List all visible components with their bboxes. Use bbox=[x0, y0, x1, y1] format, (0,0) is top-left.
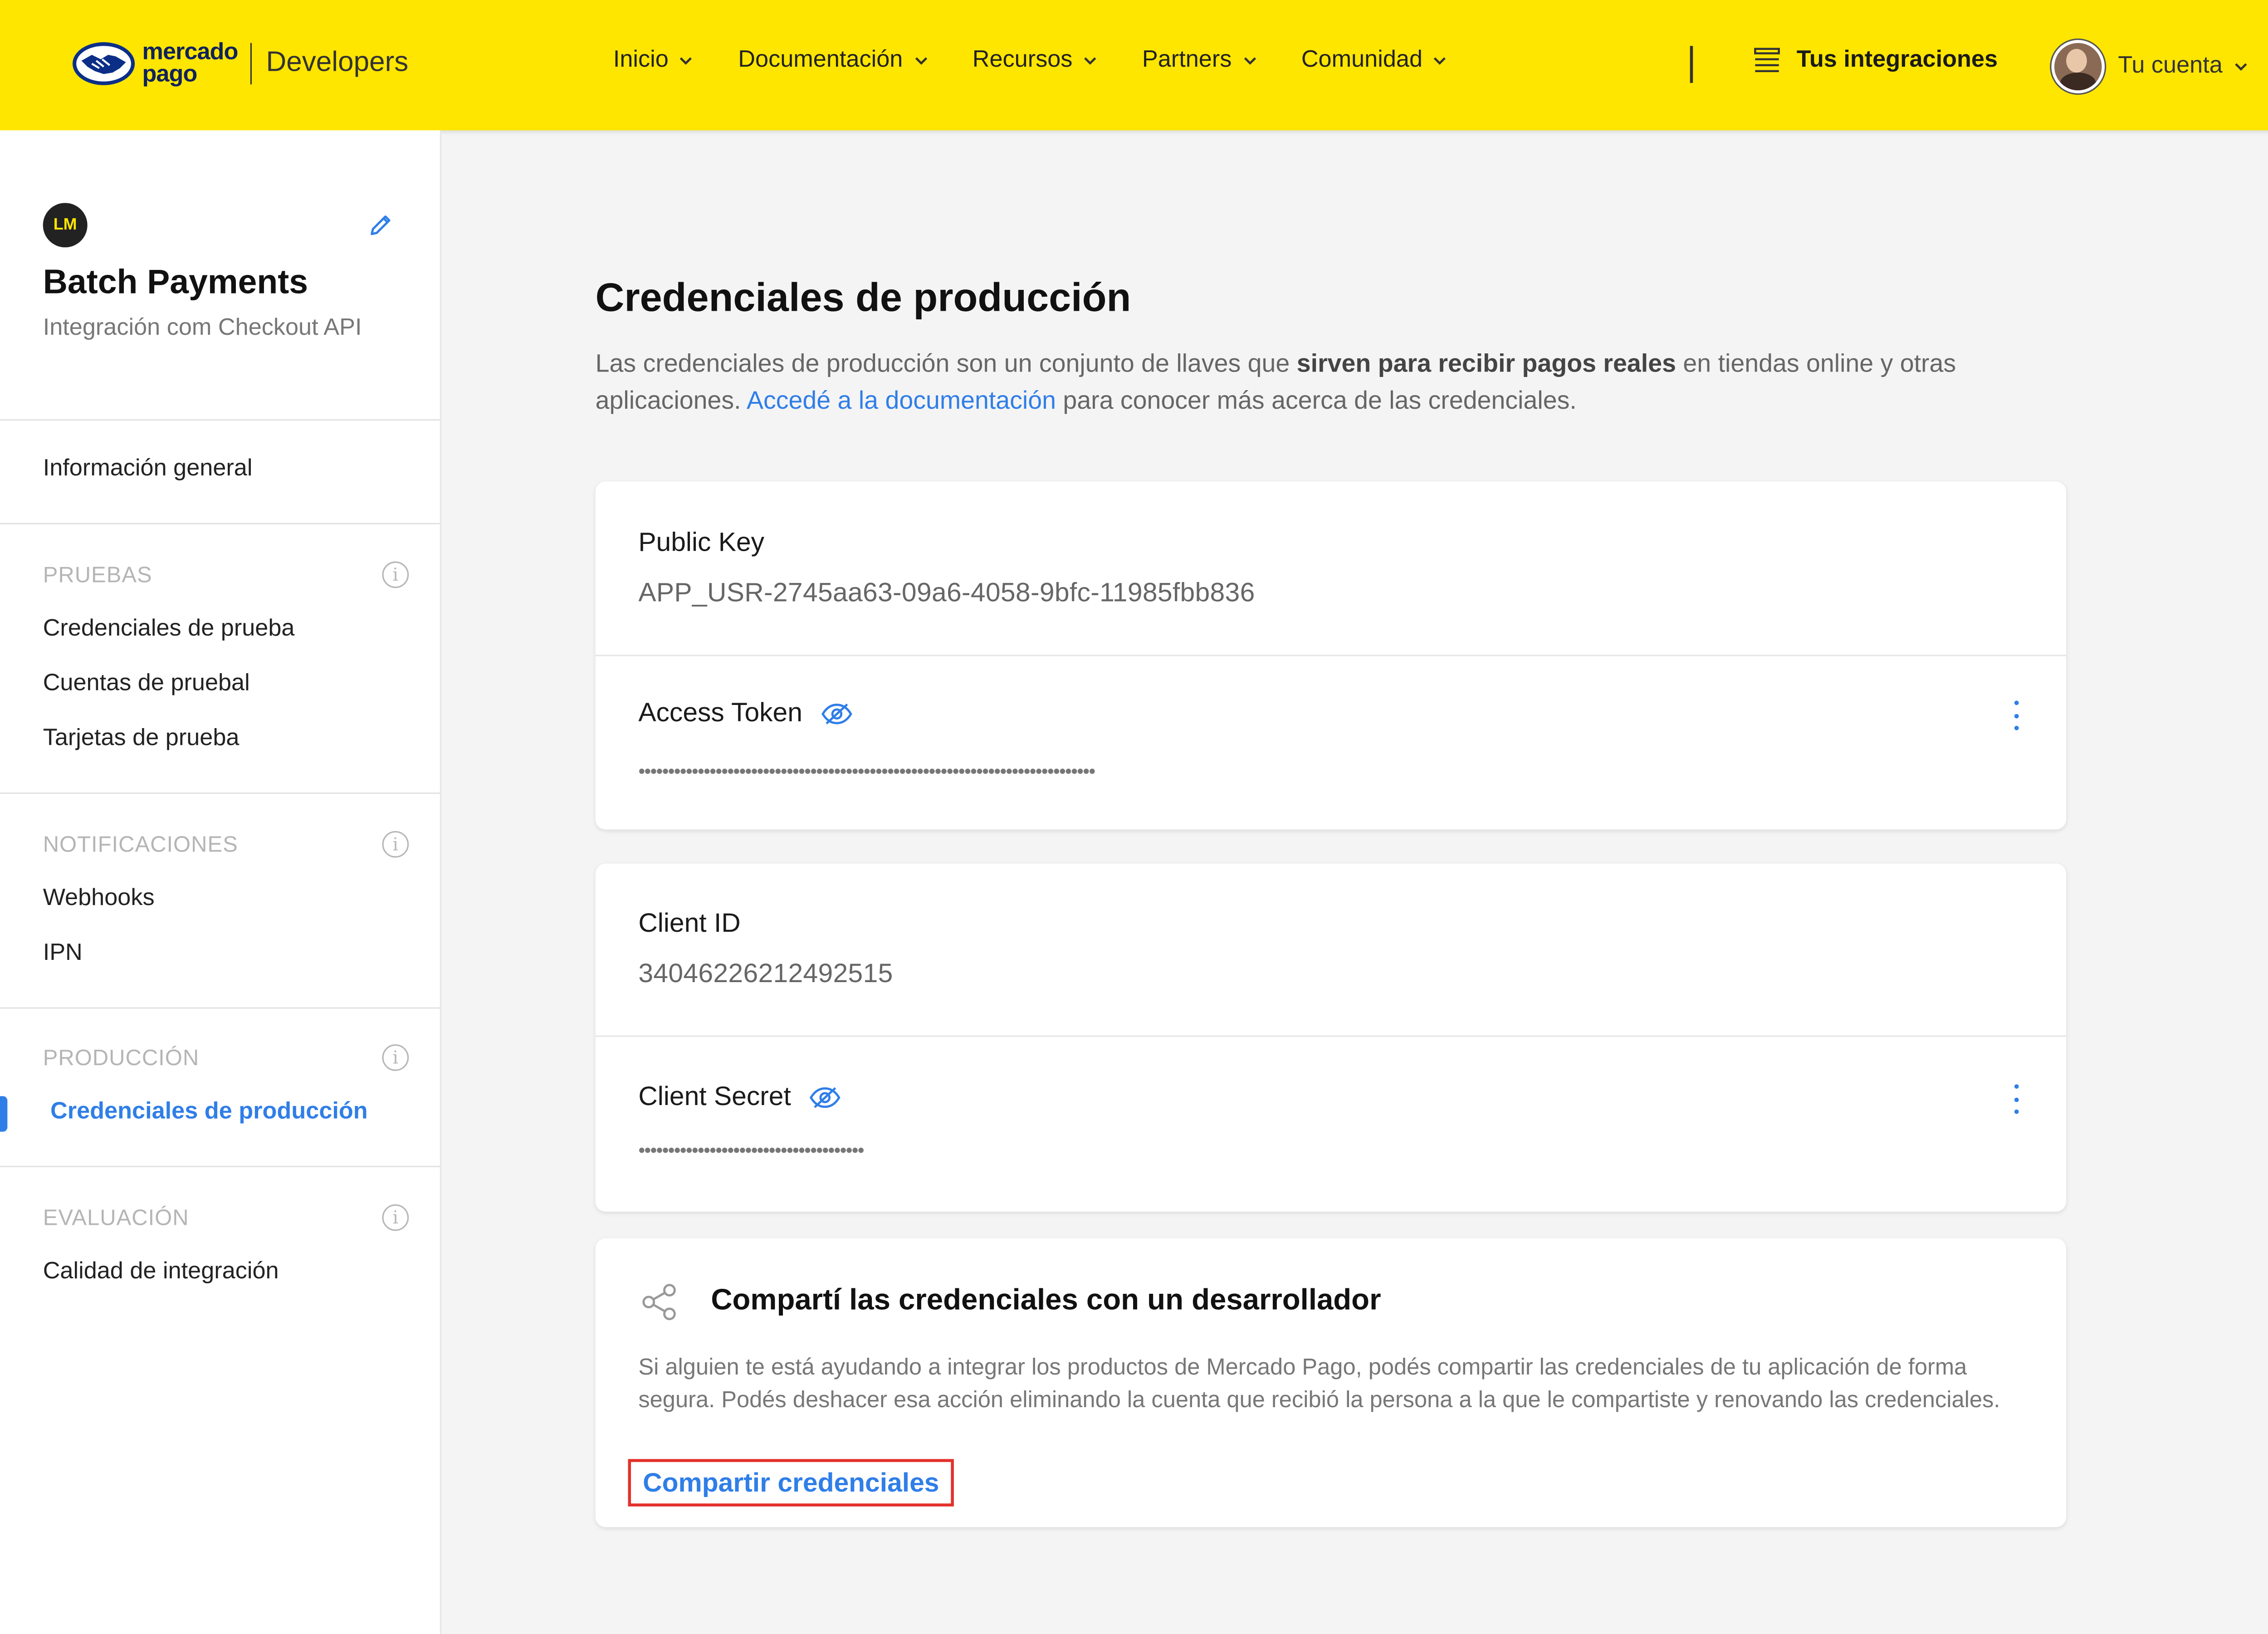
client-id-value[interactable]: 34046226212492515 bbox=[638, 959, 893, 990]
chevron-down-icon bbox=[1434, 57, 1447, 65]
nav-documentacion-label: Documentación bbox=[738, 47, 903, 73]
section-title-notificaciones: NOTIFICACIONES bbox=[43, 832, 238, 858]
nav-partners-label: Partners bbox=[1142, 47, 1232, 73]
eye-off-icon[interactable] bbox=[820, 701, 853, 725]
public-key-value[interactable]: APP_USR-2745aa63-09a6-4058-9bfc-11985fbb… bbox=[638, 577, 1255, 609]
kebab-dot bbox=[2014, 713, 2018, 718]
sidebar-item-informacion-general[interactable]: Información general bbox=[43, 456, 253, 483]
nav-recursos-label: Recursos bbox=[972, 47, 1073, 73]
nav-inicio[interactable]: Inicio bbox=[613, 47, 694, 74]
header-divider bbox=[1690, 46, 1693, 83]
developers-label: Developers bbox=[266, 47, 409, 79]
kebab-dot bbox=[2014, 1096, 2018, 1101]
client-secret-masked-value[interactable]: •••••••••••••••••••••••••••••••••••••• bbox=[638, 1139, 864, 1161]
access-token-label-text: Access Token bbox=[638, 697, 802, 728]
public-key-label: Public Key bbox=[638, 527, 764, 558]
page: mercado pago Developers Inicio Documenta… bbox=[0, 0, 2268, 1634]
client-secret-label: Client Secret bbox=[638, 1081, 841, 1113]
sidebar-divider bbox=[0, 419, 440, 421]
mercado-pago-logo[interactable]: mercado pago Developers bbox=[71, 35, 409, 92]
access-token-label: Access Token bbox=[638, 698, 853, 729]
nav-comunidad[interactable]: Comunidad bbox=[1301, 47, 1448, 74]
chevron-down-icon bbox=[1084, 57, 1096, 65]
main-nav: Inicio Documentación Recursos Partners C… bbox=[613, 47, 1492, 74]
info-icon[interactable]: i bbox=[382, 1044, 409, 1071]
account-menu[interactable]: Tu cuenta bbox=[2051, 40, 2248, 93]
client-id-label: Client ID bbox=[638, 908, 740, 939]
sidebar-item-cuentas-prueba[interactable]: Cuentas de pruebal bbox=[43, 671, 250, 698]
kebab-dot bbox=[2014, 700, 2018, 705]
info-icon[interactable]: i bbox=[382, 831, 409, 858]
chevron-down-icon bbox=[914, 57, 927, 65]
logo-line-2: pago bbox=[142, 62, 197, 88]
desc-text-3: para conocer más acerca de las credencia… bbox=[1056, 386, 1577, 415]
app-subtitle: Integración com Checkout API bbox=[43, 315, 362, 341]
kebab-dot bbox=[2014, 725, 2018, 730]
client-secret-label-text: Client Secret bbox=[638, 1081, 791, 1111]
documentation-link[interactable]: Accedé a la documentación bbox=[747, 386, 1056, 415]
page-title: Credenciales de producción bbox=[595, 275, 1131, 320]
sidebar: LM Batch Payments Integración com Checko… bbox=[0, 130, 442, 1634]
access-token-more-options-icon[interactable] bbox=[2004, 700, 2028, 730]
public-credentials-card: Public Key APP_USR-2745aa63-09a6-4058-9b… bbox=[595, 481, 2067, 830]
nav-partners[interactable]: Partners bbox=[1142, 47, 1257, 74]
share-credentials-button[interactable]: Compartir credenciales bbox=[628, 1459, 954, 1507]
chevron-down-icon bbox=[1243, 57, 1256, 65]
sidebar-item-credenciales-produccion[interactable]: Credenciales de producción bbox=[50, 1099, 368, 1126]
sidebar-item-tarjetas-prueba[interactable]: Tarjetas de prueba bbox=[43, 726, 240, 753]
section-title-pruebas: PRUEBAS bbox=[43, 563, 152, 588]
integrations-label: Tus integraciones bbox=[1796, 47, 1998, 73]
kebab-dot bbox=[2014, 1109, 2018, 1114]
sidebar-item-calidad-integracion[interactable]: Calidad de integración bbox=[43, 1259, 279, 1286]
desc-text-1: Las credenciales de producción son un co… bbox=[595, 349, 1297, 378]
nav-comunidad-label: Comunidad bbox=[1301, 47, 1423, 73]
sidebar-divider bbox=[0, 1165, 440, 1168]
page-description: Las credenciales de producción son un co… bbox=[596, 345, 2077, 419]
handshake-logo-icon bbox=[72, 42, 135, 85]
row-divider bbox=[595, 1035, 2067, 1037]
top-header: mercado pago Developers Inicio Documenta… bbox=[0, 0, 2268, 131]
account-label: Tu cuenta bbox=[2118, 53, 2223, 79]
app-name: Batch Payments bbox=[43, 262, 308, 301]
sidebar-divider bbox=[0, 523, 440, 524]
logo-separator bbox=[249, 43, 251, 85]
pencil-icon[interactable] bbox=[367, 212, 394, 239]
share-icon bbox=[642, 1284, 676, 1321]
public-key-label-text: Public Key bbox=[638, 527, 765, 557]
eye-off-icon[interactable] bbox=[809, 1085, 841, 1109]
chevron-down-icon bbox=[2234, 63, 2247, 71]
client-id-label-text: Client ID bbox=[638, 908, 741, 938]
share-title: Compartí las credenciales con un desarro… bbox=[711, 1284, 1381, 1317]
app-avatar-icon: LM bbox=[43, 203, 88, 248]
nav-documentacion[interactable]: Documentación bbox=[738, 47, 928, 74]
sidebar-item-credenciales-prueba[interactable]: Credenciales de prueba bbox=[43, 616, 295, 643]
nav-recursos[interactable]: Recursos bbox=[973, 47, 1098, 74]
desc-bold-text: sirven para recibir pagos reales bbox=[1296, 349, 1676, 378]
section-title-produccion: PRODUCCIÓN bbox=[43, 1046, 200, 1071]
list-icon bbox=[1754, 48, 1780, 73]
share-credentials-card: Compartí las credenciales con un desarro… bbox=[595, 1238, 2067, 1527]
nav-inicio-label: Inicio bbox=[613, 47, 669, 73]
access-token-masked-value[interactable]: ••••••••••••••••••••••••••••••••••••••••… bbox=[638, 760, 1095, 782]
sidebar-item-webhooks[interactable]: Webhooks bbox=[43, 886, 155, 913]
share-description: Si alguien te está ayudando a integrar l… bbox=[638, 1355, 2000, 1414]
row-divider bbox=[595, 655, 2067, 656]
sidebar-divider bbox=[0, 1007, 440, 1009]
section-title-evaluacion: EVALUACIÓN bbox=[43, 1205, 189, 1231]
client-secret-more-options-icon[interactable] bbox=[2004, 1084, 2028, 1114]
info-icon[interactable]: i bbox=[382, 1204, 409, 1231]
logo-wordmark: mercado pago bbox=[142, 40, 238, 88]
logo-line-1: mercado bbox=[142, 40, 238, 65]
info-icon[interactable]: i bbox=[382, 561, 409, 588]
integrations-link[interactable]: Tus integraciones bbox=[1752, 47, 1998, 74]
active-item-marker bbox=[0, 1096, 8, 1132]
avatar bbox=[2051, 40, 2105, 93]
sidebar-divider bbox=[0, 792, 440, 794]
client-credentials-card: Client ID 34046226212492515 Client Secre… bbox=[595, 863, 2067, 1212]
kebab-dot bbox=[2014, 1084, 2018, 1089]
chevron-down-icon bbox=[680, 57, 693, 65]
sidebar-item-ipn[interactable]: IPN bbox=[43, 940, 83, 967]
